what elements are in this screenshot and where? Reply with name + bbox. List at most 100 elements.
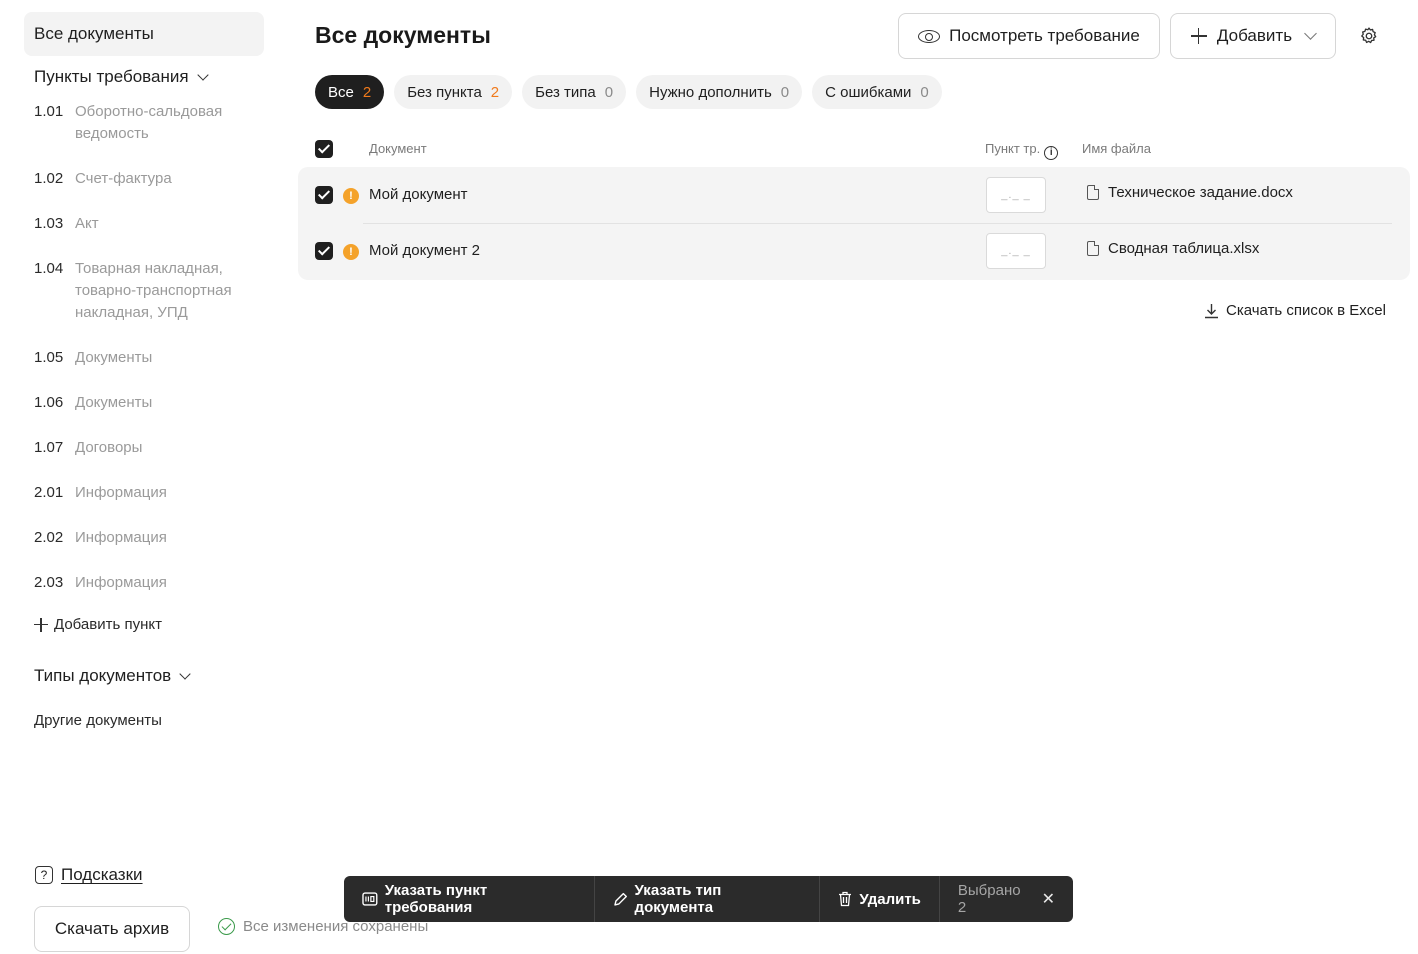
download-excel-link[interactable]: Скачать список в Excel — [1204, 302, 1386, 319]
download-icon — [1205, 303, 1218, 318]
set-point-label: Указать пункт требования — [384, 882, 488, 916]
selected-count-label: Выбрано 2 — [957, 882, 1021, 916]
set-type-label: Указать тип документа — [634, 882, 722, 916]
item-label: Документы — [75, 394, 153, 411]
chip-label: Без пункта — [407, 83, 482, 101]
sidebar-item-1-07[interactable]: 1.07 Договоры — [24, 437, 264, 459]
table-row[interactable]: ! Мой документ 2 _._ _ Сводная таблица.x… — [298, 223, 1410, 279]
chip-count: 2 — [490, 83, 500, 101]
chip-count: 0 — [780, 83, 790, 101]
item-number: 1.04 — [34, 260, 64, 277]
item-label: Документы — [75, 349, 153, 366]
sidebar-item-2-03[interactable]: 2.03 Информация — [24, 572, 264, 594]
download-archive-button[interactable]: Скачать архив — [34, 906, 190, 952]
document-name: Мой документ 2 — [369, 242, 481, 259]
view-requirement-label: Посмотреть требование — [949, 26, 1140, 45]
table-row[interactable]: ! Мой документ _._ _ Техническое задание… — [298, 167, 1410, 224]
item-number: 1.02 — [34, 170, 64, 187]
warning-icon: ! — [343, 188, 359, 204]
chip-label: Нужно дополнить — [649, 83, 772, 101]
requirements-list: 1.01 Оборотно-сальдовая ведомость 1.02 Сче… — [24, 101, 264, 594]
sidebar-item-2-02[interactable]: 2.02 Информация — [24, 527, 264, 549]
chip-label: Без типа — [535, 83, 596, 101]
trash-icon — [839, 891, 852, 907]
file-icon — [1087, 185, 1099, 200]
page-title: Все документы — [315, 22, 491, 48]
view-requirement-button[interactable]: Посмотреть требование — [898, 13, 1160, 59]
sidebar-item-1-04[interactable]: 1.04 Товарная накладная, товарно-транспор… — [24, 258, 264, 324]
chip-count: 0 — [920, 83, 929, 101]
point-input[interactable]: _._ _ — [986, 233, 1046, 269]
close-icon[interactable]: ✕ — [1042, 889, 1055, 909]
filter-chips: Все 2 Без пункта 2 Без типа 0 Нужно допо… — [315, 75, 942, 109]
section-label: Пункты требования — [34, 67, 189, 86]
hints-link[interactable]: ? Подсказки — [35, 865, 143, 885]
filter-chip-needs-completion[interactable]: Нужно дополнить 0 — [636, 75, 803, 109]
column-header-point-label: Пункт тр. — [985, 141, 1041, 156]
hints-label: Подсказки — [61, 865, 143, 884]
add-button[interactable]: Добавить — [1170, 13, 1336, 59]
set-type-button[interactable]: Указать тип документа — [595, 876, 821, 922]
info-icon[interactable]: i — [1044, 146, 1059, 160]
plus-icon — [34, 617, 48, 632]
column-header-point: Пункт тр. i — [985, 141, 1059, 160]
set-point-button[interactable]: Указать пункт требования — [344, 876, 595, 922]
point-input[interactable]: _._ _ — [986, 177, 1046, 213]
select-all-checkbox[interactable] — [315, 140, 333, 158]
file-link[interactable]: Техническое задание.docx — [1087, 184, 1293, 201]
item-number: 1.01 — [34, 103, 64, 120]
item-number: 1.07 — [34, 439, 64, 456]
sidebar-item-label: Все документы — [34, 24, 154, 43]
requirements-section-toggle[interactable]: Пункты требования — [24, 66, 264, 88]
sidebar-item-other-documents[interactable]: Другие документы — [34, 712, 162, 729]
chip-count: 2 — [362, 83, 372, 101]
sidebar: Все документы Пункты требования 1.01 Обор… — [24, 12, 264, 729]
eye-icon — [918, 29, 941, 43]
column-header-document: Документ — [369, 141, 427, 156]
sidebar-item-1-02[interactable]: 1.02 Счет-фактура — [24, 168, 264, 190]
item-number: 1.03 — [34, 215, 64, 232]
filter-chip-no-type[interactable]: Без типа 0 — [522, 75, 627, 109]
item-number: 1.05 — [34, 349, 64, 366]
document-table: ! Мой документ _._ _ Техническое задание… — [298, 167, 1410, 280]
sidebar-item-all-documents[interactable]: Все документы — [24, 12, 264, 56]
item-number: 2.02 — [34, 529, 64, 546]
filter-chip-with-errors[interactable]: С ошибками 0 — [812, 75, 942, 109]
item-label: Информация — [75, 574, 167, 591]
question-icon: ? — [35, 866, 53, 884]
sidebar-item-1-06[interactable]: 1.06 Документы — [24, 392, 264, 414]
column-header-filename: Имя файла — [1082, 141, 1151, 156]
item-label: Информация — [75, 484, 167, 501]
gear-icon[interactable] — [1359, 26, 1379, 46]
selection-info: Выбрано 2 ✕ — [940, 876, 1073, 922]
chip-label: Все — [328, 83, 354, 101]
bulk-action-bar: Указать пункт требования Указать тип док… — [344, 876, 1073, 922]
chip-count: 0 — [604, 83, 614, 101]
filter-chip-all[interactable]: Все 2 — [315, 75, 385, 109]
chip-label: С ошибками — [825, 83, 912, 101]
file-link[interactable]: Сводная таблица.xlsx — [1087, 240, 1259, 257]
add-point-button[interactable]: Добавить пункт — [24, 616, 264, 633]
delete-label: Удалить — [859, 890, 921, 908]
sidebar-item-1-03[interactable]: 1.03 Акт — [24, 213, 264, 235]
row-checkbox[interactable] — [315, 186, 333, 204]
doc-types-section-toggle[interactable]: Типы документов — [24, 666, 191, 686]
add-point-label: Добавить пункт — [54, 616, 162, 633]
filter-chip-no-point[interactable]: Без пункта 2 — [394, 75, 513, 109]
plus-icon — [1190, 28, 1207, 44]
add-label: Добавить — [1216, 26, 1293, 45]
download-excel-label: Скачать список в Excel — [1226, 302, 1386, 319]
sidebar-item-1-01[interactable]: 1.01 Оборотно-сальдовая ведомость — [24, 101, 264, 145]
section-label: Типы документов — [34, 666, 172, 685]
sidebar-item-1-05[interactable]: 1.05 Документы — [24, 347, 264, 369]
item-number: 1.06 — [34, 394, 64, 411]
tag-icon — [362, 892, 378, 906]
item-label: Договоры — [75, 439, 143, 456]
delete-button[interactable]: Удалить — [820, 876, 940, 922]
check-circle-icon — [218, 918, 235, 935]
item-label: Акт — [75, 215, 99, 232]
item-label: Товарная накладная, товарно-транспортная… — [75, 260, 232, 321]
row-checkbox[interactable] — [315, 242, 333, 260]
item-number: 2.01 — [34, 484, 64, 501]
sidebar-item-2-01[interactable]: 2.01 Информация — [24, 482, 264, 504]
